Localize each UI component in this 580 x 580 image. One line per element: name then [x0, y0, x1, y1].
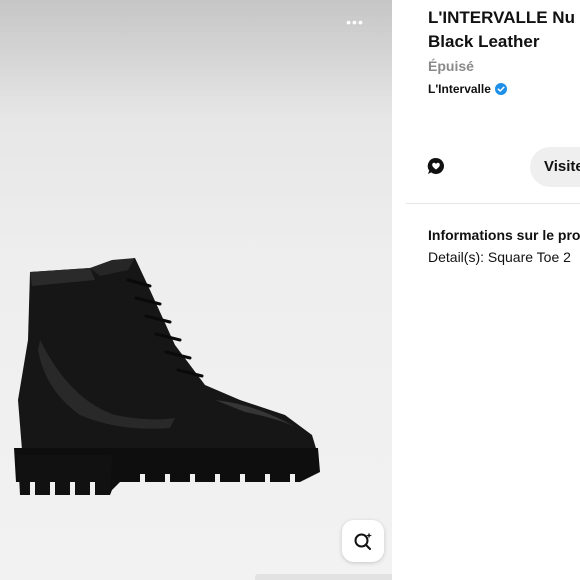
product-info-heading: Informations sur le pro	[428, 227, 580, 243]
product-detail-text: Detail(s): Square Toe 2	[428, 249, 571, 265]
image-top-shade	[0, 0, 392, 120]
product-title-line2: Black Leather	[428, 32, 540, 51]
visual-search-button[interactable]	[342, 520, 384, 562]
product-title: L'INTERVALLE Nu Black Leather	[428, 6, 580, 54]
product-title-line1: L'INTERVALLE Nu	[428, 8, 575, 27]
more-options-icon[interactable]: •••	[340, 12, 370, 32]
brand-link[interactable]: L'Intervalle	[428, 82, 507, 96]
product-image-panel[interactable]: •••	[0, 0, 392, 580]
verified-badge-icon	[494, 83, 507, 95]
stock-status: Épuisé	[428, 58, 474, 74]
comment-heart-icon[interactable]	[427, 157, 445, 175]
visual-search-icon	[354, 532, 372, 550]
brand-name: L'Intervalle	[428, 82, 491, 96]
product-boot-image	[14, 258, 320, 495]
visit-site-button[interactable]: Visite	[530, 147, 580, 187]
section-divider	[406, 203, 580, 204]
product-info-panel: L'INTERVALLE Nu Black Leather Épuisé L'I…	[392, 0, 580, 580]
